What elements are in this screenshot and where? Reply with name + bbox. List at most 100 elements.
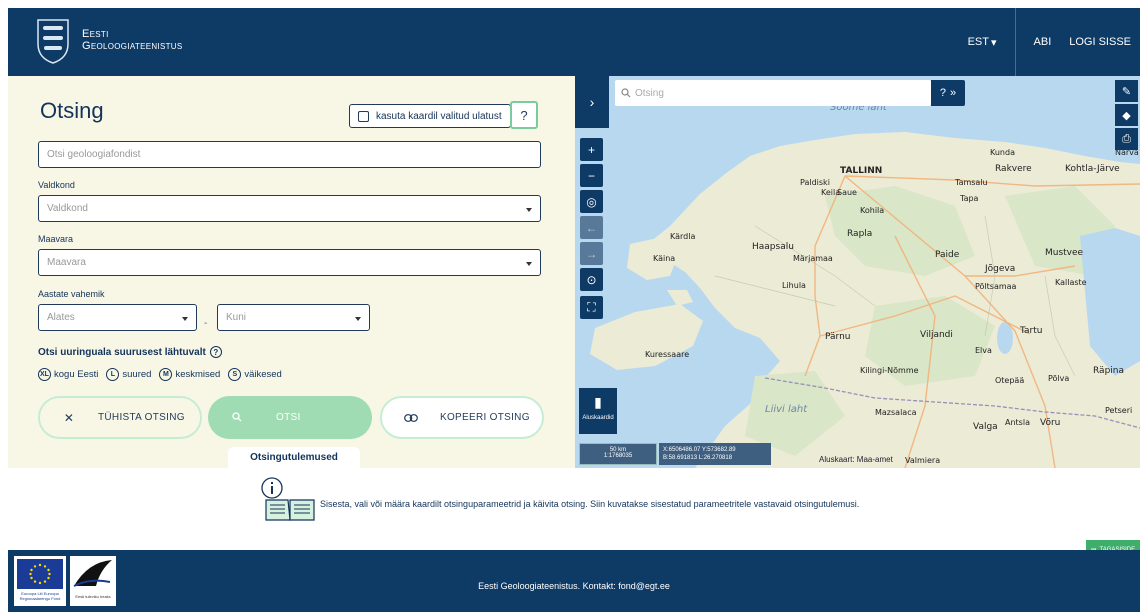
map-label: Rapla bbox=[847, 229, 873, 239]
map-label: Märjamaa bbox=[793, 254, 833, 263]
size-option-s[interactable]: S väikesed bbox=[228, 368, 282, 381]
ruler-icon: ✎ bbox=[1121, 85, 1132, 98]
footer-contact: Eesti Geoloogiateenistus. Kontakt: fond@… bbox=[478, 581, 670, 591]
map-label: Rakvere bbox=[995, 164, 1032, 174]
compass-icon: ⊙ bbox=[586, 272, 597, 287]
size-option-l[interactable]: L suured bbox=[106, 368, 151, 381]
measure-button[interactable]: ✎ bbox=[1115, 80, 1138, 102]
clear-search-label: TÜHISTA OTSING bbox=[98, 412, 185, 423]
map-label: Haapsalu bbox=[752, 242, 794, 252]
map-search-placeholder: Otsing bbox=[635, 87, 664, 99]
field-select[interactable]: Valdkond bbox=[38, 195, 541, 222]
print-button[interactable]: ⎙ bbox=[1115, 128, 1138, 150]
checkbox-icon[interactable] bbox=[358, 110, 369, 122]
language-select[interactable]: EST ▾ bbox=[950, 36, 1015, 49]
range-dash: - bbox=[204, 318, 208, 329]
size-s-icon: S bbox=[228, 368, 242, 381]
erase-button[interactable]: ◆ bbox=[1115, 104, 1138, 126]
search-button[interactable]: OTSI bbox=[208, 396, 372, 439]
map-label: Valmiera bbox=[905, 456, 941, 465]
year-to-value: Kuni bbox=[226, 312, 247, 323]
book-info-icon bbox=[261, 477, 315, 521]
map-label: Räpina bbox=[1093, 366, 1125, 376]
caret-down-icon bbox=[526, 208, 532, 212]
map-label: Viljandi bbox=[920, 330, 953, 340]
map-label: Põlva bbox=[1048, 374, 1070, 383]
map-extent-label: kasuta kaardil valitud ulatust bbox=[376, 110, 502, 122]
year-to-select[interactable]: Kuni bbox=[217, 304, 370, 331]
zoom-out-button[interactable]: − bbox=[580, 164, 603, 187]
fullscreen-button[interactable]: ⛶ bbox=[580, 296, 603, 319]
size-option-label: suured bbox=[122, 369, 152, 380]
size-option-xl[interactable]: XL kogu Eesti bbox=[38, 368, 98, 381]
brand-line-2: Geoloogiateenistus bbox=[82, 40, 183, 52]
map-label: Mustvee bbox=[1045, 248, 1084, 258]
map-label: Kärdla bbox=[670, 232, 696, 241]
coat-of-arms-icon[interactable] bbox=[36, 18, 70, 64]
login-link[interactable]: LOGI SISSE bbox=[1060, 36, 1140, 48]
scale-ratio: 1:1768035 bbox=[603, 453, 633, 459]
size-option-m[interactable]: M keskmised bbox=[159, 368, 220, 381]
clear-search-button[interactable]: ✕ TÜHISTA OTSING bbox=[38, 396, 202, 439]
collapse-panel-button[interactable]: › bbox=[575, 76, 609, 128]
map-icon: ▮ bbox=[594, 394, 602, 410]
map-label: Jõgeva bbox=[985, 264, 1016, 274]
basemaps-label: Aluskaardid bbox=[582, 415, 614, 421]
caret-down-icon bbox=[182, 317, 188, 321]
question-icon[interactable]: ? bbox=[209, 346, 222, 358]
coords-bl: B:58.691813 L:26.270818 bbox=[663, 455, 733, 461]
map-label: Käina bbox=[653, 254, 676, 263]
zoom-in-button[interactable]: + bbox=[580, 138, 603, 161]
map-label: Elva bbox=[975, 346, 992, 355]
map-view[interactable]: Soome laht Liivi laht TALLINN Paldiski K… bbox=[575, 76, 1140, 468]
north-button[interactable]: ⊙ bbox=[580, 268, 603, 291]
map-label: Saue bbox=[837, 188, 857, 197]
site-brand[interactable]: Eesti Geoloogiateenistus bbox=[82, 28, 183, 52]
locate-button[interactable]: ◎ bbox=[580, 190, 603, 213]
map-label: Kohtla-Järve bbox=[1065, 164, 1120, 174]
map-label: Kilingi-Nõmme bbox=[860, 366, 919, 375]
question-icon: ? bbox=[939, 87, 946, 99]
search-panel: Otsing kasuta kaardil valitud ulatust ? … bbox=[8, 76, 575, 469]
copy-search-label: KOPEERI OTSING bbox=[440, 412, 530, 423]
size-option-label: keskmised bbox=[175, 369, 221, 380]
results-area: Sisesta, vali või määra kaardilt otsingu… bbox=[8, 468, 1140, 560]
previous-extent-button[interactable]: ← bbox=[580, 216, 603, 239]
basemaps-button[interactable]: ▮ Aluskaardid bbox=[579, 388, 617, 434]
map-search-input[interactable]: Otsing bbox=[615, 80, 931, 106]
size-option-label: väikesed bbox=[244, 369, 282, 380]
map-canvas bbox=[590, 132, 1140, 468]
map-label: Petseri bbox=[1105, 406, 1133, 415]
map-label: Mazsalaca bbox=[875, 408, 917, 417]
year-from-value: Alates bbox=[47, 312, 75, 323]
map-attribution: Aluskaart: Maa-amet bbox=[819, 455, 893, 464]
map-extent-checkbox[interactable]: kasuta kaardil valitud ulatust bbox=[349, 104, 511, 128]
eu-caption: Euroopa Liit Euroopa Regionaalarengu Fon… bbox=[19, 591, 61, 601]
map-label: Kohila bbox=[860, 206, 885, 215]
target-icon: ◎ bbox=[586, 194, 597, 209]
size-filter-options: XL kogu Eesti L suured M keskmised S väi… bbox=[38, 368, 282, 381]
next-extent-button[interactable]: → bbox=[580, 242, 603, 265]
copy-search-button[interactable]: KOPEERI OTSING bbox=[380, 396, 544, 439]
size-filter-label: Otsi uuringuala suurusest lähtuvalt bbox=[38, 346, 206, 358]
help-link[interactable]: ABI bbox=[1016, 36, 1061, 48]
fullscreen-icon: ⛶ bbox=[587, 300, 596, 314]
close-icon: ✕ bbox=[63, 410, 75, 425]
map-label: Tartu bbox=[1020, 326, 1043, 336]
site-footer: Euroopa Liit Euroopa Regionaalarengu Fon… bbox=[8, 550, 1140, 612]
year-from-select[interactable]: Alates bbox=[38, 304, 197, 331]
search-help-button[interactable]: ? bbox=[510, 101, 538, 129]
keyword-search-input[interactable]: Otsi geoloogiafondist bbox=[38, 141, 541, 168]
map-label: Paide bbox=[935, 250, 960, 260]
results-info-text: Sisesta, vali või määra kaardilt otsingu… bbox=[320, 499, 860, 509]
search-icon bbox=[621, 88, 631, 98]
minus-icon: − bbox=[587, 168, 595, 183]
map-label: Kallaste bbox=[1055, 278, 1087, 287]
map-label: Antsla bbox=[1005, 418, 1030, 427]
map-label: Valga bbox=[973, 422, 998, 432]
years-label: Aastate vahemik bbox=[38, 289, 105, 299]
county-select[interactable]: Maavara bbox=[38, 249, 541, 276]
tab-search-results[interactable]: Otsingutulemused bbox=[228, 447, 360, 469]
printer-icon: ⎙ bbox=[1122, 132, 1131, 145]
map-search-help-button[interactable]: ? » bbox=[931, 80, 965, 106]
